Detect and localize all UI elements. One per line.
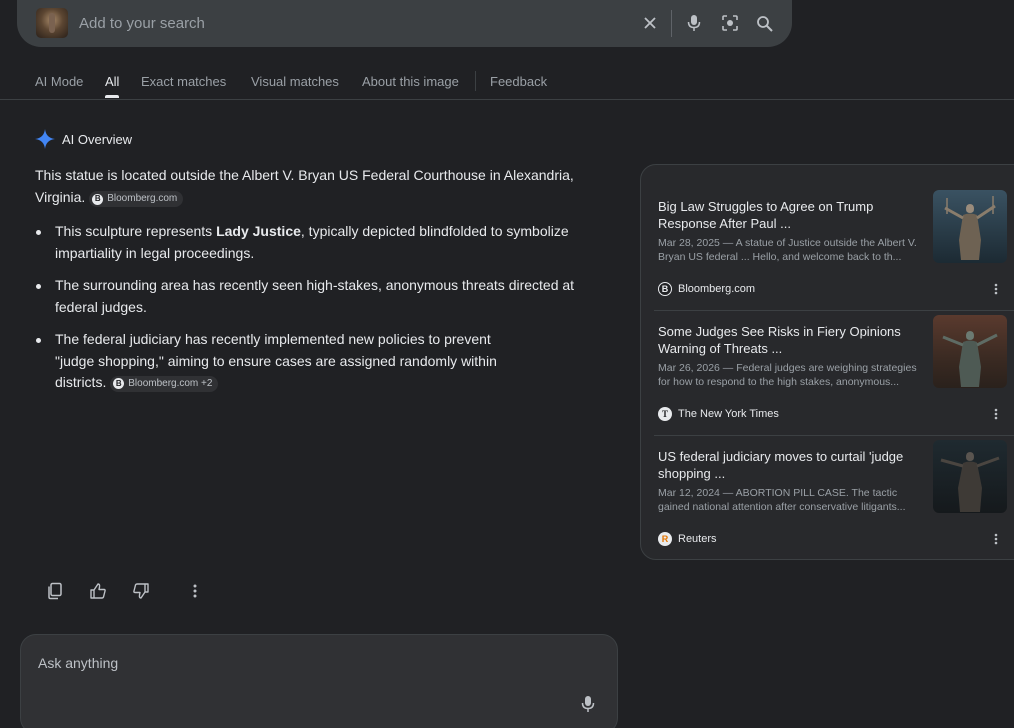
search-input[interactable]	[79, 12, 619, 34]
sparkle-icon	[35, 129, 55, 149]
microphone-icon[interactable]	[682, 11, 706, 35]
bullet-bold-text: Lady Justice	[216, 223, 301, 239]
list-item: The surrounding area has recently seen h…	[35, 275, 595, 318]
ai-overview-title: AI Overview	[62, 131, 133, 147]
source-card[interactable]: Some Judges See Risks in Fiery Opinions …	[658, 315, 1008, 438]
thumbs-up-icon[interactable]	[87, 580, 109, 602]
bullet-text: This sculpture represents	[55, 223, 217, 239]
source-title[interactable]: Some Judges See Risks in Fiery Opinions …	[658, 323, 916, 357]
source-thumbnail[interactable]	[933, 190, 1007, 263]
source-card[interactable]: Big Law Struggles to Agree on Trump Resp…	[658, 190, 1008, 313]
tab-visual-matches[interactable]: Visual matches	[251, 74, 339, 89]
search-divider	[671, 10, 672, 37]
more-options-icon[interactable]	[184, 580, 206, 602]
bloomberg-favicon-icon: B	[92, 193, 104, 205]
search-bar	[17, 0, 792, 47]
ai-overview-header: AI Overview	[35, 129, 132, 149]
source-chip-label: Bloomberg.com +2	[128, 378, 213, 389]
tab-all[interactable]: All	[105, 74, 120, 98]
source-title[interactable]: Big Law Struggles to Agree on Trump Resp…	[658, 198, 916, 232]
source-site: B Bloomberg.com	[658, 282, 755, 296]
source-site-name: The New York Times	[678, 408, 779, 420]
divider	[654, 310, 1014, 311]
thumbs-down-icon[interactable]	[130, 580, 152, 602]
nyt-favicon-icon: T	[658, 407, 672, 421]
source-chip-label: Bloomberg.com	[107, 193, 178, 204]
copy-icon[interactable]	[44, 580, 66, 602]
tab-feedback[interactable]: Feedback	[490, 74, 547, 89]
more-options-icon[interactable]	[994, 532, 998, 550]
source-card[interactable]: US federal judiciary moves to curtail 'j…	[658, 440, 1008, 563]
divider	[654, 435, 1014, 436]
source-thumbnail[interactable]	[933, 440, 1007, 513]
bullet-text: The surrounding area has recently seen h…	[55, 277, 575, 315]
source-chip[interactable]: B Bloomberg.com +2	[110, 375, 219, 392]
bloomberg-favicon-icon: B	[113, 378, 125, 390]
tab-exact-matches[interactable]: Exact matches	[141, 74, 226, 89]
bloomberg-favicon-icon: B	[658, 282, 672, 296]
tab-bar: AI Mode All Exact matches Visual matches…	[0, 64, 1014, 100]
tab-ai-mode[interactable]: AI Mode	[35, 74, 83, 89]
source-site-name: Reuters	[678, 533, 717, 545]
ai-overview-intro: This statue is located outside the Alber…	[35, 164, 595, 208]
source-thumbnail[interactable]	[933, 315, 1007, 388]
reuters-favicon-icon: R	[658, 532, 672, 546]
more-options-icon[interactable]	[994, 407, 998, 425]
sources-panel: Big Law Struggles to Agree on Trump Resp…	[640, 164, 1014, 560]
source-snippet: Mar 26, 2026 — Federal judges are weighi…	[658, 362, 917, 388]
source-snippet: Mar 28, 2025 — A statue of Justice outsi…	[658, 237, 917, 263]
more-options-icon[interactable]	[994, 282, 998, 300]
source-site: T The New York Times	[658, 407, 779, 421]
search-icon[interactable]	[752, 11, 776, 35]
source-site-name: Bloomberg.com	[678, 283, 756, 295]
query-image-thumbnail[interactable]	[36, 8, 68, 38]
tab-about-this-image[interactable]: About this image	[362, 74, 459, 89]
source-site: R Reuters	[658, 532, 717, 546]
source-snippet: Mar 12, 2024 — ABORTION PILL CASE. The t…	[658, 487, 906, 513]
tab-divider	[475, 71, 476, 91]
microphone-icon[interactable]	[581, 695, 595, 718]
list-item: This sculpture represents Lady Justice, …	[35, 221, 595, 264]
ask-input[interactable]	[38, 653, 538, 673]
source-title[interactable]: US federal judiciary moves to curtail 'j…	[658, 448, 916, 482]
ask-box	[20, 634, 618, 728]
list-item: The federal judiciary has recently imple…	[35, 329, 595, 394]
clear-icon[interactable]	[638, 11, 662, 35]
lens-camera-icon[interactable]	[718, 11, 742, 35]
ai-overview-bullets: This sculpture represents Lady Justice, …	[35, 221, 595, 405]
source-chip[interactable]: B Bloomberg.com	[89, 191, 184, 207]
